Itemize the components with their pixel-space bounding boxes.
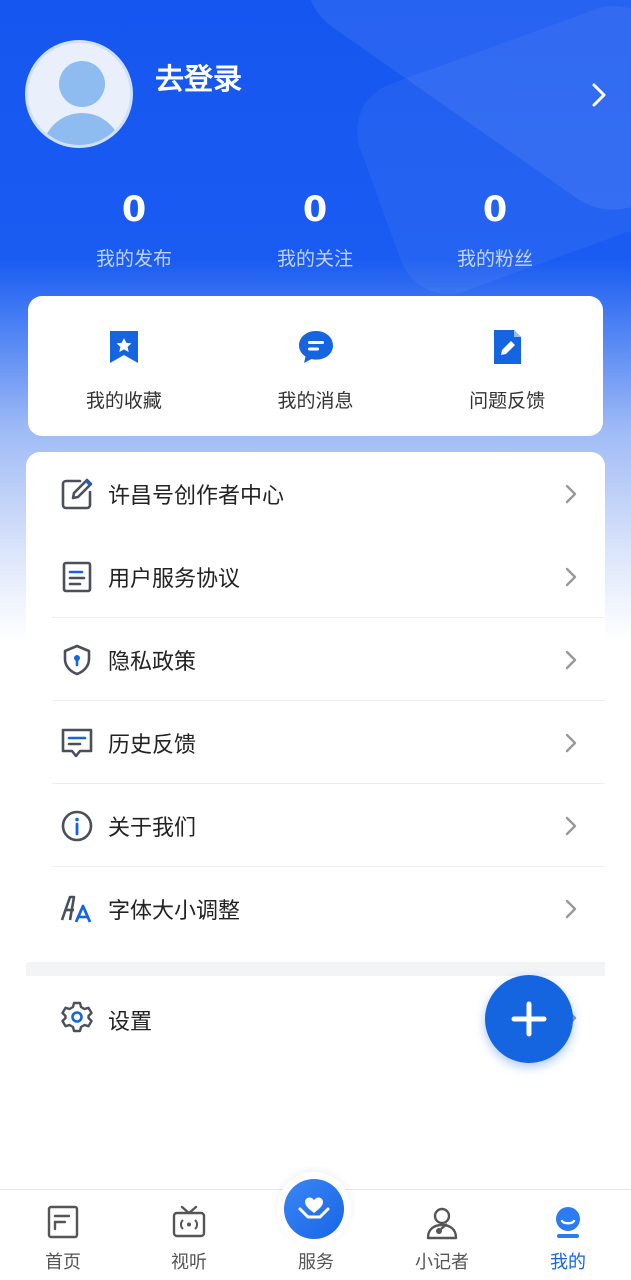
- menu-item-label: 字体大小调整: [108, 898, 241, 924]
- home-doc-icon: [47, 1205, 79, 1239]
- stat-label: 我的粉丝: [456, 248, 533, 270]
- avatar-body: [42, 113, 122, 145]
- gear-icon: [61, 1001, 93, 1033]
- menu-item-about-us[interactable]: 关于我们: [26, 784, 605, 867]
- menu-item-feedback-history[interactable]: 历史反馈: [26, 701, 605, 784]
- tab-audio-video[interactable]: 视听: [139, 1190, 239, 1280]
- chevron-right-icon: [565, 899, 577, 919]
- message-icon: [61, 728, 93, 758]
- quick-action-feedback[interactable]: 问题反馈: [411, 296, 603, 436]
- menu-item-font-size[interactable]: 字体大小调整: [26, 867, 605, 950]
- chat-bubble-icon: [298, 331, 333, 363]
- tab-home[interactable]: 首页: [13, 1190, 113, 1280]
- quick-action-label: 我的消息: [277, 390, 354, 412]
- menu-card: 许昌号创作者中心 用户服务协议 隐私政策 历史反馈 关于我们 字体大小调整: [26, 452, 605, 962]
- tab-label: 首页: [45, 1252, 81, 1273]
- stat-value: 0: [121, 190, 147, 230]
- menu-item-user-agreement[interactable]: 用户服务协议: [26, 535, 605, 618]
- stat-label: 我的发布: [95, 248, 172, 270]
- section-separator: [26, 962, 605, 976]
- services-button[interactable]: [284, 1179, 344, 1239]
- edit-square-icon: [61, 478, 93, 510]
- tab-young-reporter[interactable]: 小记者: [392, 1190, 492, 1280]
- quick-action-label: 我的收藏: [85, 390, 162, 412]
- menu-item-label: 设置: [108, 1010, 153, 1035]
- plus-icon: [511, 1001, 547, 1037]
- quick-action-label: 问题反馈: [469, 390, 546, 412]
- avatar-head: [59, 61, 105, 107]
- menu-item-label: 历史反馈: [108, 732, 197, 758]
- info-icon: [61, 810, 93, 842]
- tab-label: 视听: [171, 1252, 207, 1273]
- stat-followers[interactable]: 0 我的粉丝: [405, 188, 585, 271]
- profile-icon: [556, 1207, 580, 1238]
- document-edit-icon: [494, 330, 522, 364]
- stat-value: 0: [302, 190, 328, 230]
- chevron-right-icon: [565, 484, 577, 504]
- document-icon: [62, 561, 92, 593]
- quick-actions-card: 我的收藏 我的消息 问题反馈: [28, 296, 603, 436]
- stat-label: 我的关注: [276, 248, 353, 270]
- shield-icon: [63, 644, 91, 676]
- avatar[interactable]: [25, 40, 133, 148]
- heart-hands-icon: [298, 1197, 330, 1219]
- quick-action-favorites[interactable]: 我的收藏: [28, 296, 220, 436]
- menu-item-label: 隐私政策: [108, 649, 197, 675]
- chevron-right-icon: [565, 733, 577, 753]
- quick-action-messages[interactable]: 我的消息: [220, 296, 412, 436]
- bookmark-star-icon: [109, 331, 138, 363]
- tab-label: 服务: [298, 1252, 334, 1273]
- font-size-icon: [60, 895, 92, 923]
- menu-item-privacy-policy[interactable]: 隐私政策: [26, 618, 605, 701]
- add-button[interactable]: [485, 975, 573, 1063]
- reporter-icon: [426, 1207, 458, 1240]
- chevron-right-icon: [565, 816, 577, 836]
- login-link[interactable]: 去登录: [155, 56, 242, 98]
- menu-item-label: 关于我们: [108, 815, 197, 841]
- stat-following[interactable]: 0 我的关注: [225, 188, 405, 271]
- chevron-right-icon: [565, 567, 577, 587]
- tab-label: 小记者: [415, 1252, 469, 1273]
- menu-item-creator-center[interactable]: 许昌号创作者中心: [26, 452, 605, 535]
- tab-mine[interactable]: 我的: [518, 1190, 618, 1280]
- stat-posts[interactable]: 0 我的发布: [44, 188, 224, 271]
- tv-icon: [172, 1205, 206, 1238]
- chevron-right-icon: [565, 650, 577, 670]
- stat-value: 0: [482, 190, 508, 230]
- tab-label: 我的: [550, 1252, 586, 1273]
- menu-item-label: 许昌号创作者中心: [108, 483, 285, 509]
- menu-item-label: 用户服务协议: [108, 566, 241, 592]
- chevron-right-icon[interactable]: [588, 82, 610, 108]
